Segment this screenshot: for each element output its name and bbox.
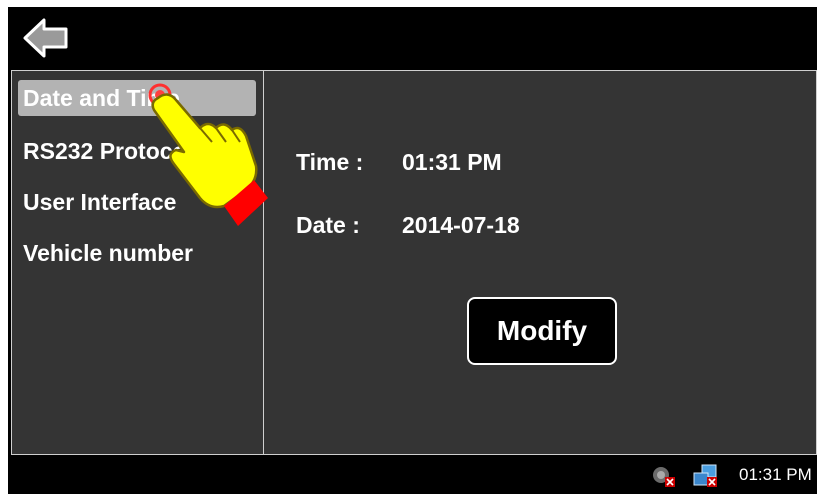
taskbar: 01:31 PM xyxy=(8,455,817,494)
date-label: Date : xyxy=(296,212,360,238)
network-disconnected-icon[interactable] xyxy=(692,463,720,489)
date-time-panel: Time : 01:31 PM Date : 2014-07-18 Modify xyxy=(264,70,817,455)
back-arrow-icon xyxy=(23,18,68,58)
settings-sidebar: Date and Time RS232 Protocol User Interf… xyxy=(11,70,264,455)
sidebar-item-rs232-protocol[interactable]: RS232 Protocol xyxy=(18,133,256,169)
top-bar xyxy=(8,7,817,70)
date-row: Date : 2014-07-18 xyxy=(296,212,520,239)
time-label: Time : xyxy=(296,149,364,175)
back-button[interactable] xyxy=(22,17,70,59)
sidebar-item-vehicle-number[interactable]: Vehicle number xyxy=(18,235,256,271)
date-value: 2014-07-18 xyxy=(402,212,520,238)
time-row: Time : 01:31 PM xyxy=(296,149,502,176)
time-value: 01:31 PM xyxy=(402,149,502,175)
screen: Date and Time RS232 Protocol User Interf… xyxy=(8,7,817,494)
taskbar-clock: 01:31 PM xyxy=(739,465,812,484)
sidebar-item-date-and-time[interactable]: Date and Time xyxy=(18,80,256,116)
modify-button[interactable]: Modify xyxy=(467,297,617,365)
sidebar-item-user-interface[interactable]: User Interface xyxy=(18,184,256,220)
settings-disconnected-icon[interactable] xyxy=(650,463,678,489)
